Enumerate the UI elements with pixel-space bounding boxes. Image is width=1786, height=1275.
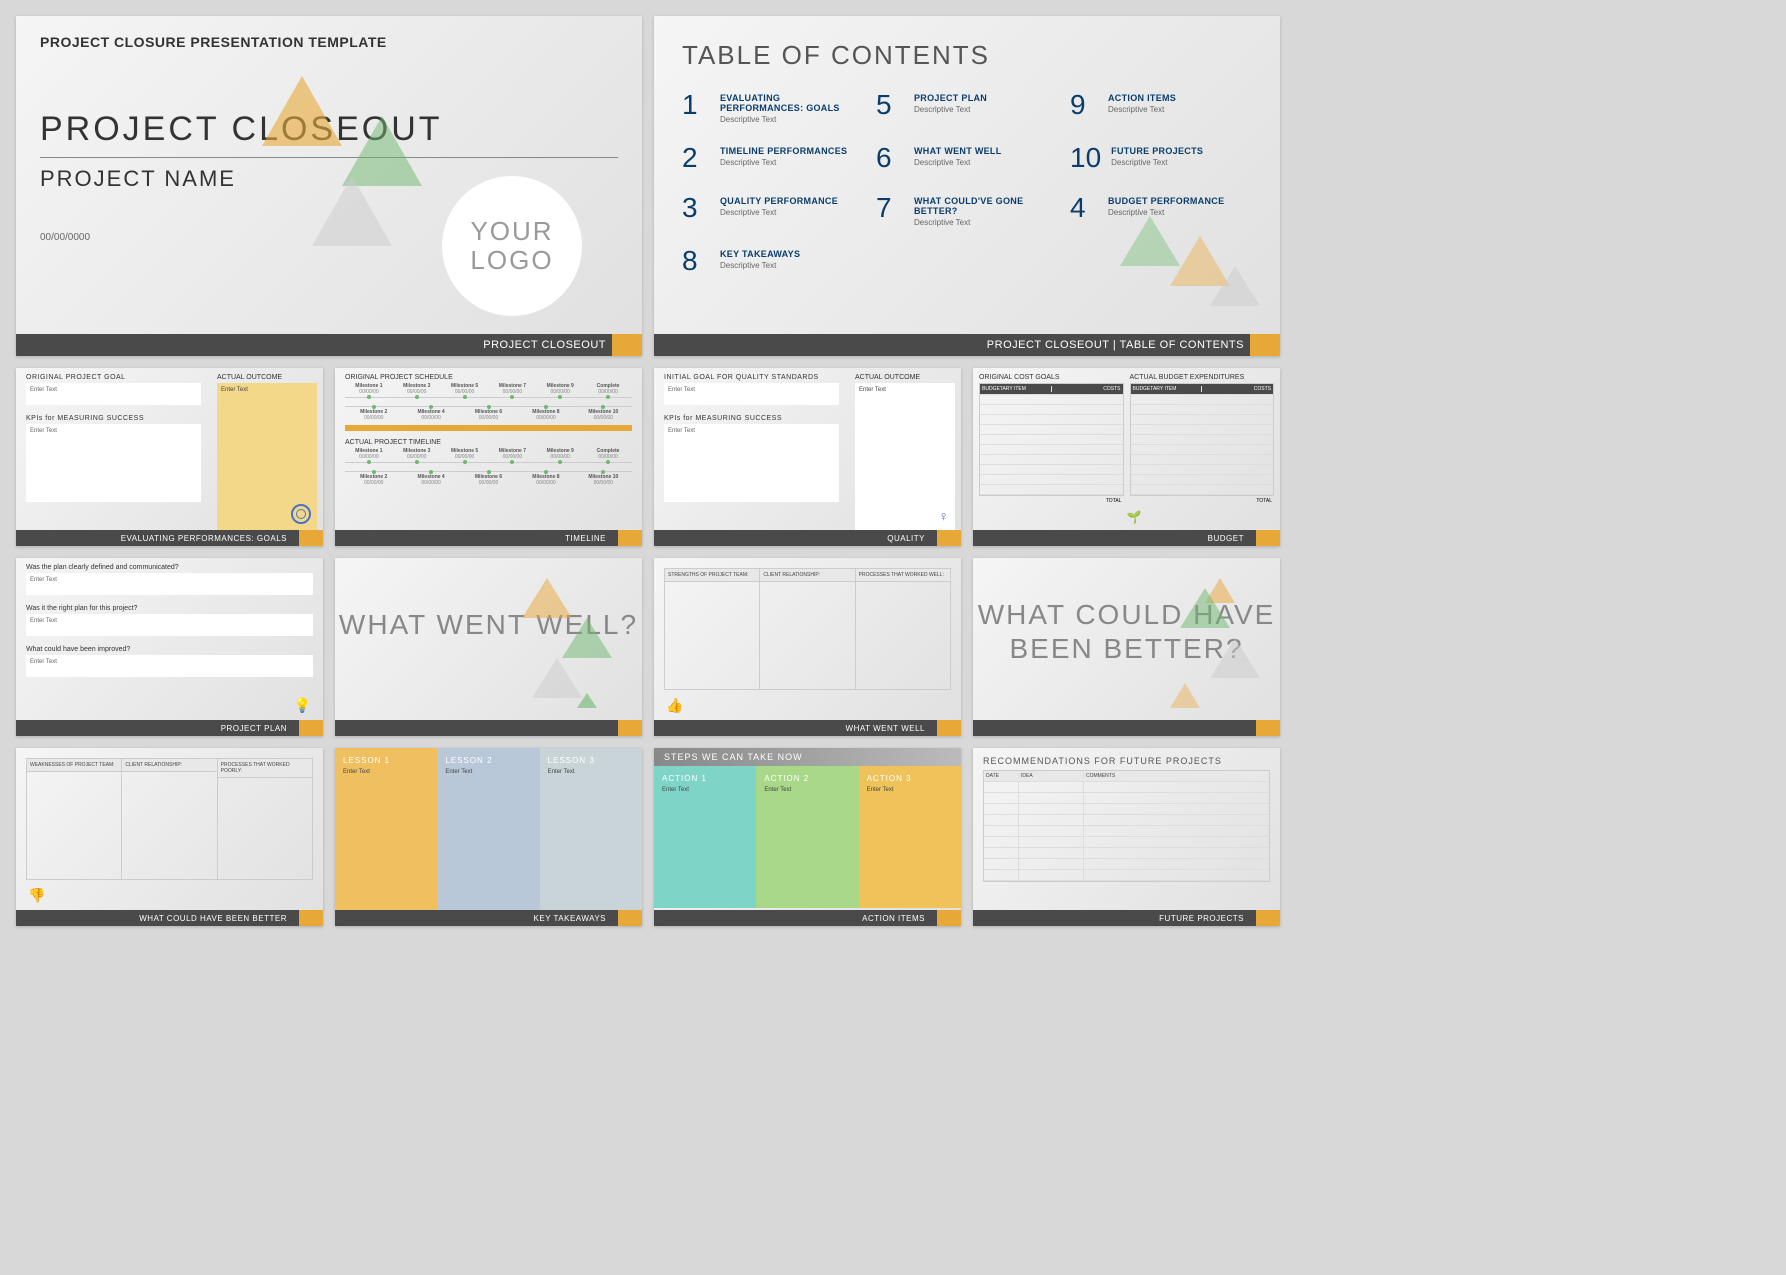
question: Was it the right plan for this project? [16, 599, 323, 614]
bulb-icon: ♀ [939, 508, 950, 524]
section-header: ACTUAL PROJECT TIMELINE [345, 439, 632, 446]
slide-footer: ACTION ITEMS [654, 910, 961, 926]
strengths-table: STRENGTHS OF PROJECT TEAM: CLIENT RELATI… [664, 568, 951, 690]
action-col: ACTION 2Enter Text [756, 766, 858, 908]
slide-project-plan: Was the plan clearly defined and communi… [16, 558, 323, 736]
slide-action-items: STEPS WE CAN TAKE NOW ACTION 1Enter Text… [654, 748, 961, 926]
slide-toc: TABLE OF CONTENTS 1EVALUATING PERFORMANC… [654, 16, 1280, 356]
slide-title: PROJECT CLOSURE PRESENTATION TEMPLATE PR… [16, 16, 642, 356]
section-header: INITIAL GOAL FOR QUALITY STANDARDS [654, 368, 849, 383]
section-title: WHAT WENT WELL? [335, 558, 642, 642]
logo-placeholder: YOUR LOGO [442, 176, 582, 316]
action-col: ACTION 1Enter Text [654, 766, 756, 908]
text-box: Enter Text [26, 573, 313, 595]
question: What could have been improved? [16, 640, 323, 655]
text-box: Enter Text [26, 383, 201, 405]
budget-table-left: BUDGETARY ITEMCOSTS [979, 383, 1124, 496]
recommendations-table: DATEIDEACOMMENTS [983, 770, 1270, 882]
section-header: KPIs for MEASURING SUCCESS [16, 409, 211, 424]
toc-item: 3QUALITY PERFORMANCEDescriptive Text [682, 192, 864, 227]
toc-item: 9ACTION ITEMSDescriptive Text [1070, 89, 1252, 124]
section-header: ORIGINAL PROJECT SCHEDULE [345, 374, 632, 381]
toc-item: 7WHAT COULD'VE GONE BETTER?Descriptive T… [876, 192, 1058, 227]
slide-grid: PROJECT CLOSURE PRESENTATION TEMPLATE PR… [0, 0, 1296, 942]
text-box: Enter Text [26, 614, 313, 636]
toc-item: 8KEY TAKEAWAYSDescriptive Text [682, 245, 864, 277]
lesson-col: LESSON 1Enter Text [335, 748, 437, 910]
budget-table-right: BUDGETARY ITEMCOSTS [1130, 383, 1275, 496]
text-box: Enter Text [26, 655, 313, 677]
slide-footer: PROJECT PLAN [16, 720, 323, 736]
slide-timeline: ORIGINAL PROJECT SCHEDULE Milestone 100/… [335, 368, 642, 546]
thumbs-down-icon: 👎 [28, 887, 45, 904]
slide-better-table: WEAKNESSES OF PROJECT TEAM: CLIENT RELAT… [16, 748, 323, 926]
plant-icon: 🌱 [1127, 510, 1142, 524]
section-title: RECOMMENDATIONS FOR FUTURE PROJECTS [973, 748, 1280, 770]
section-header: ACTUAL OUTCOME [217, 374, 317, 381]
slide-footer: WHAT COULD HAVE BEEN BETTER [16, 910, 323, 926]
slide-footer: TIMELINE [335, 530, 642, 546]
toc-grid: 1EVALUATING PERFORMANCES: GOALSDescripti… [654, 71, 1280, 295]
toc-item: 6WHAT WENT WELLDescriptive Text [876, 142, 1058, 174]
toc-item: 10FUTURE PROJECTSDescriptive Text [1070, 142, 1252, 174]
text-box: Enter Text [26, 424, 201, 502]
section-header: ORIGINAL PROJECT GOAL [16, 368, 211, 383]
template-header: PROJECT CLOSURE PRESENTATION TEMPLATE [16, 16, 642, 50]
slide-footer: QUALITY [654, 530, 961, 546]
text-box: Enter Text [664, 383, 839, 405]
section-header: ORIGINAL COST GOALS [979, 374, 1124, 381]
timeline-row-top: Milestone 100/00/00Milestone 300/00/00Mi… [345, 383, 632, 398]
toc-item: 2TIMELINE PERFORMANCESDescriptive Text [682, 142, 864, 174]
toc-item: 4BUDGET PERFORMANCEDescriptive Text [1070, 192, 1252, 227]
slide-key-takeaways: LESSON 1Enter Text LESSON 2Enter Text LE… [335, 748, 642, 926]
lesson-col: LESSON 2Enter Text [437, 748, 539, 910]
thumbs-up-icon: 👍 [666, 697, 683, 714]
slide-footer: KEY TAKEAWAYS [335, 910, 642, 926]
toc-item: 1EVALUATING PERFORMANCES: GOALSDescripti… [682, 89, 864, 124]
slide-went-well-title: WHAT WENT WELL? [335, 558, 642, 736]
target-icon [291, 504, 311, 524]
main-title: PROJECT CLOSEOUT [16, 50, 642, 149]
text-box: Enter Text [664, 424, 839, 502]
slide-footer [973, 720, 1280, 736]
slide-footer [335, 720, 642, 736]
slide-footer: PROJECT CLOSEOUT [16, 334, 642, 356]
slide-footer: BUDGET [973, 530, 1280, 546]
action-col: ACTION 3Enter Text [859, 766, 961, 908]
divider-bar [345, 425, 632, 431]
toc-title: TABLE OF CONTENTS [654, 16, 1280, 71]
slide-goals: ORIGINAL PROJECT GOAL Enter Text KPIs fo… [16, 368, 323, 546]
timeline-row-top2: Milestone 100/00/00Milestone 300/00/00Mi… [345, 448, 632, 463]
slide-went-well-table: STRENGTHS OF PROJECT TEAM: CLIENT RELATI… [654, 558, 961, 736]
section-header: ACTUAL BUDGET EXPENDITURES [1130, 374, 1275, 381]
section-title: WHAT COULD HAVE BEEN BETTER? [973, 558, 1280, 665]
slide-quality: INITIAL GOAL FOR QUALITY STANDARDS Enter… [654, 368, 961, 546]
slide-future-projects: RECOMMENDATIONS FOR FUTURE PROJECTS DATE… [973, 748, 1280, 926]
slide-footer: WHAT WENT WELL [654, 720, 961, 736]
section-header: ACTUAL OUTCOME [855, 374, 955, 381]
slide-better-title: WHAT COULD HAVE BEEN BETTER? [973, 558, 1280, 736]
slide-footer: PROJECT CLOSEOUT | TABLE OF CONTENTS [654, 334, 1280, 356]
weaknesses-table: WEAKNESSES OF PROJECT TEAM: CLIENT RELAT… [26, 758, 313, 880]
question: Was the plan clearly defined and communi… [16, 558, 323, 573]
timeline-row-bot: Milestone 200/00/00Milestone 400/00/00Mi… [345, 406, 632, 421]
lesson-col: LESSON 3Enter Text [540, 748, 642, 910]
slide-footer: FUTURE PROJECTS [973, 910, 1280, 926]
section-title: STEPS WE CAN TAKE NOW [654, 748, 961, 766]
section-header: KPIs for MEASURING SUCCESS [654, 409, 849, 424]
slide-footer: EVALUATING PERFORMANCES: GOALS [16, 530, 323, 546]
toc-item: 5PROJECT PLANDescriptive Text [876, 89, 1058, 124]
lightbulb-icon: 💡 [294, 697, 311, 714]
slide-budget: ORIGINAL COST GOALS BUDGETARY ITEMCOSTS … [973, 368, 1280, 546]
timeline-row-bot2: Milestone 200/00/00Milestone 400/00/00Mi… [345, 471, 632, 486]
